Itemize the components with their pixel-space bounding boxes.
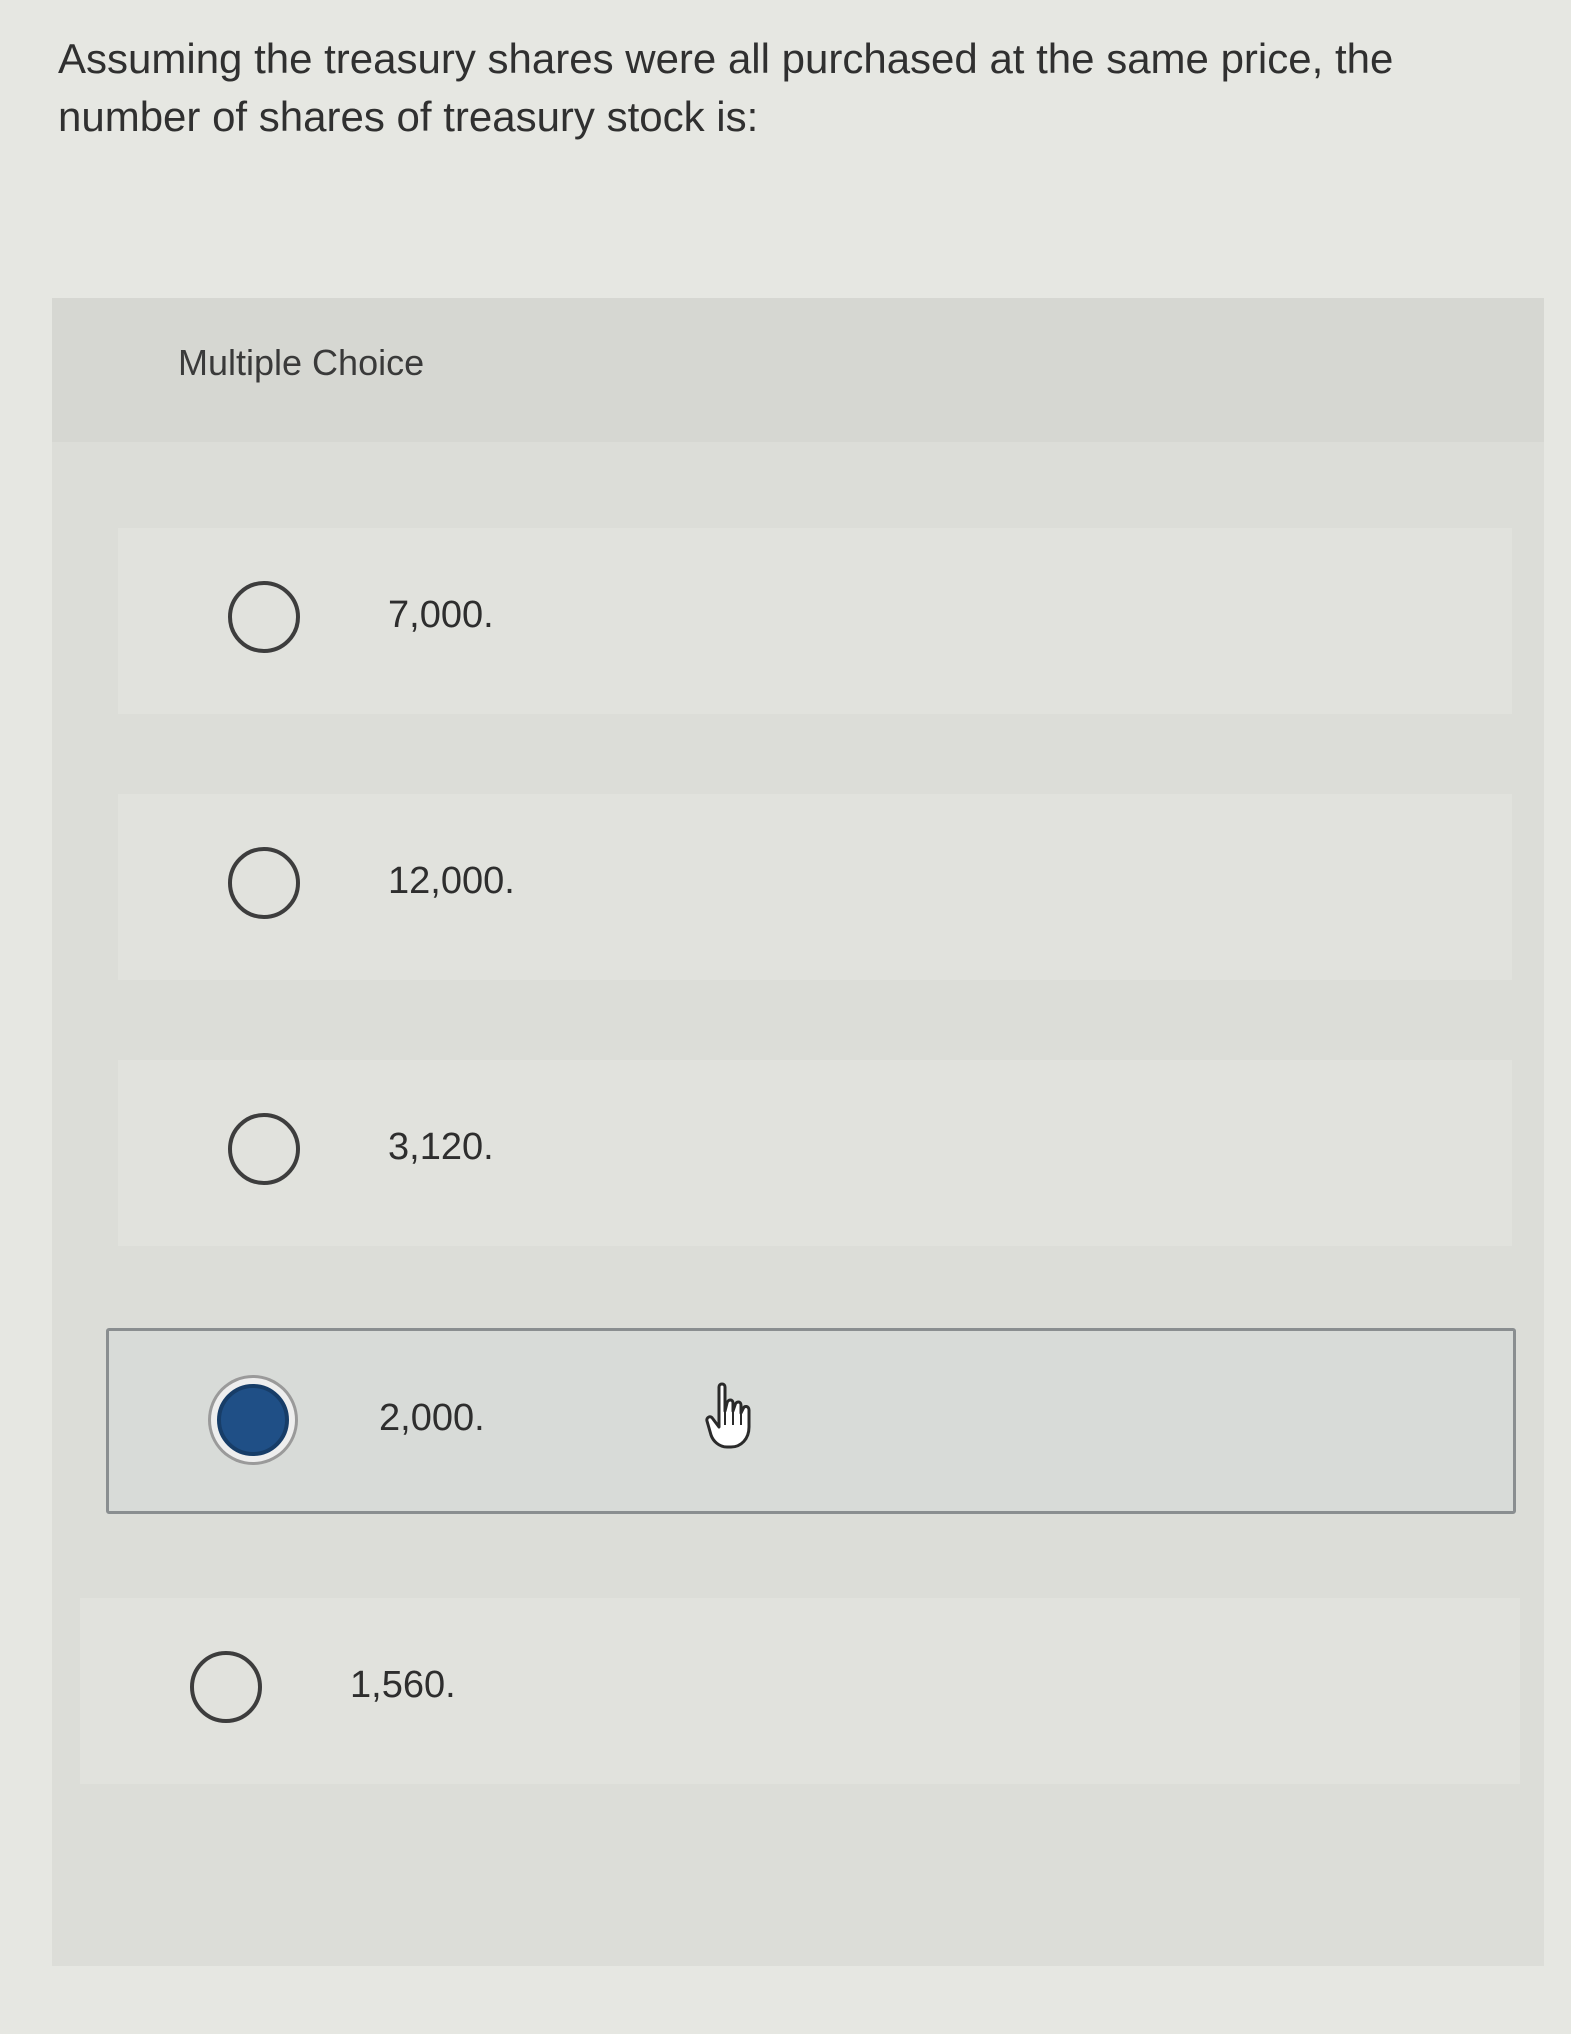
option-label-1: 7,000.	[388, 594, 494, 636]
multiple-choice-panel: Multiple Choice 7,000. 12,000. 3,120. 2,…	[52, 298, 1544, 1966]
choice-option-4-selected[interactable]: 2,000.	[106, 1328, 1516, 1514]
choice-option-3[interactable]: 3,120.	[118, 1060, 1512, 1246]
multiple-choice-header: Multiple Choice	[52, 298, 1544, 442]
choice-option-2[interactable]: 12,000.	[118, 794, 1512, 980]
hand-pointer-icon	[705, 1382, 751, 1449]
option-label-4: 2,000.	[379, 1397, 485, 1439]
multiple-choice-title: Multiple Choice	[178, 342, 425, 383]
radio-button-option-3[interactable]	[228, 1113, 300, 1185]
radio-button-option-5[interactable]	[190, 1651, 262, 1723]
option-label-5: 1,560.	[350, 1664, 456, 1706]
choice-option-5[interactable]: 1,560.	[80, 1598, 1520, 1784]
radio-button-option-4-checked[interactable]	[217, 1384, 289, 1456]
radio-button-option-1[interactable]	[228, 581, 300, 653]
question-text: Assuming the treasury shares were all pu…	[58, 35, 1394, 140]
option-label-2: 12,000.	[388, 860, 515, 902]
option-label-3: 3,120.	[388, 1126, 494, 1168]
choice-option-1[interactable]: 7,000.	[118, 528, 1512, 714]
radio-button-option-2[interactable]	[228, 847, 300, 919]
